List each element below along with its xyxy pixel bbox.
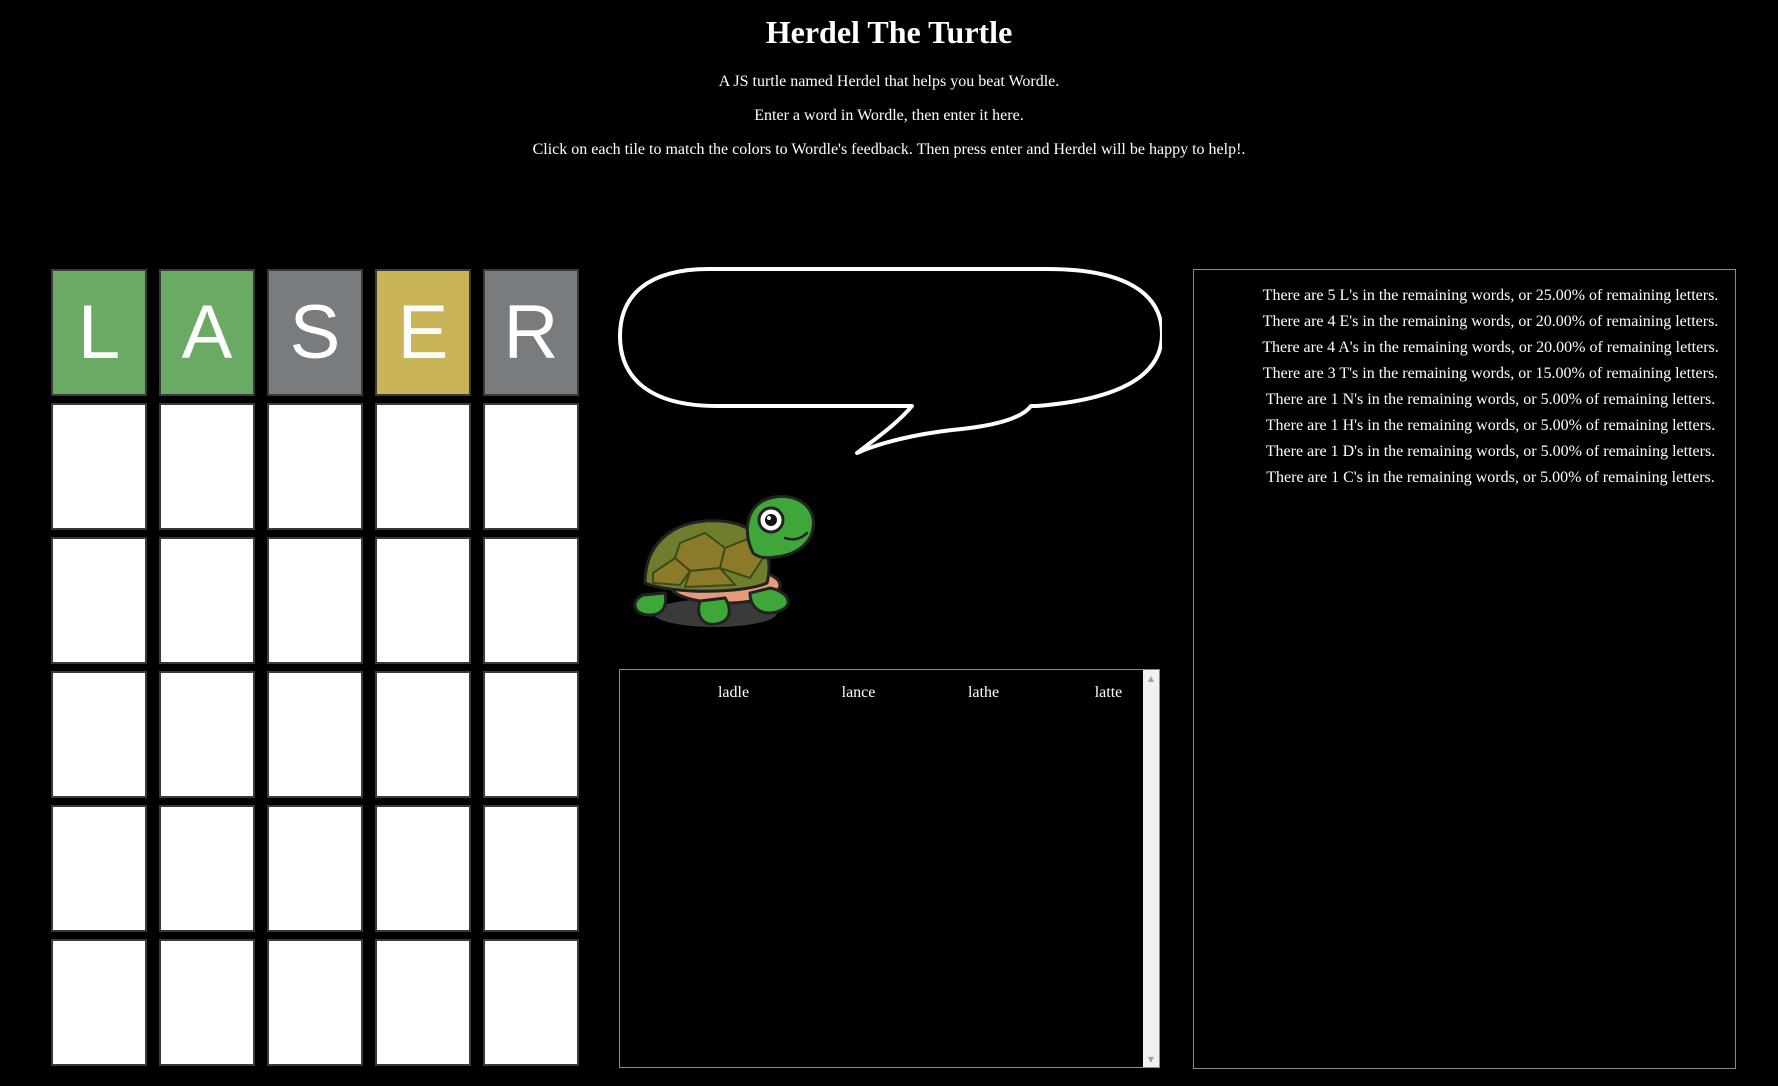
tile-r2-c5[interactable] (483, 403, 579, 530)
word-item: lathe (967, 684, 1000, 701)
tile-r3-c4[interactable] (375, 537, 471, 664)
tile-r6-c4[interactable] (375, 939, 471, 1066)
tile-r2-c3[interactable] (267, 403, 363, 530)
tile-r1-c5[interactable]: R (483, 269, 579, 396)
page: Herdel The Turtle A JS turtle named Herd… (0, 0, 1778, 1086)
tile-r4-c4[interactable] (375, 671, 471, 798)
remaining-words-list: ladle lance lathe latte (620, 684, 1141, 706)
tile-r6-c1[interactable] (51, 939, 147, 1066)
tile-r6-c5[interactable] (483, 939, 579, 1066)
tile-r5-c5[interactable] (483, 805, 579, 932)
words-scrollbar[interactable]: ▲ ▼ (1143, 670, 1159, 1067)
intro-line-1: A JS turtle named Herdel that helps you … (718, 73, 1060, 90)
tile-r5-c1[interactable] (51, 805, 147, 932)
scroll-down-arrow-icon[interactable]: ▼ (1143, 1051, 1159, 1067)
tile-r4-c5[interactable] (483, 671, 579, 798)
letter-stat-item: There are 3 T's in the remaining words, … (1262, 365, 1719, 382)
letter-stat-item: There are 1 H's in the remaining words, … (1265, 417, 1716, 434)
tile-r4-c1[interactable] (51, 671, 147, 798)
letter-stat-item: There are 1 N's in the remaining words, … (1265, 391, 1716, 408)
remaining-words-panel[interactable]: ladle lance lathe latte ▲ ▼ (619, 669, 1160, 1068)
tile-r3-c1[interactable] (51, 537, 147, 664)
letter-stat-item: There are 1 C's in the remaining words, … (1266, 469, 1715, 486)
tile-r2-c4[interactable] (375, 403, 471, 530)
tile-r3-c5[interactable] (483, 537, 579, 664)
letter-stats-list: There are 5 L's in the remaining words, … (1194, 283, 1735, 491)
tile-r6-c3[interactable] (267, 939, 363, 1066)
tile-r5-c3[interactable] (267, 805, 363, 932)
turtle-icon (633, 495, 815, 627)
letter-stat-item: There are 5 L's in the remaining words, … (1262, 287, 1719, 304)
word-item: lance (841, 684, 876, 701)
wordle-board: LASER (51, 269, 579, 1066)
scroll-up-arrow-icon[interactable]: ▲ (1143, 670, 1159, 686)
intro-line-2: Enter a word in Wordle, then enter it he… (754, 107, 1024, 124)
tile-r2-c1[interactable] (51, 403, 147, 530)
tile-r4-c3[interactable] (267, 671, 363, 798)
tile-r3-c3[interactable] (267, 537, 363, 664)
letter-stat-item: There are 1 D's in the remaining words, … (1265, 443, 1716, 460)
tile-r4-c2[interactable] (159, 671, 255, 798)
intro-line-3: Click on each tile to match the colors t… (532, 141, 1246, 158)
word-item: ladle (717, 684, 750, 701)
letter-stats-panel: There are 5 L's in the remaining words, … (1193, 269, 1736, 1069)
tile-r6-c2[interactable] (159, 939, 255, 1066)
tile-r2-c2[interactable] (159, 403, 255, 530)
tile-r1-c3[interactable]: S (267, 269, 363, 396)
speech-bubble-icon (618, 267, 1162, 455)
tile-r1-c1[interactable]: L (51, 269, 147, 396)
tile-r3-c2[interactable] (159, 537, 255, 664)
page-title: Herdel The Turtle (765, 14, 1013, 50)
tile-r1-c2[interactable]: A (159, 269, 255, 396)
letter-stat-item: There are 4 E's in the remaining words, … (1262, 313, 1719, 330)
tile-r5-c4[interactable] (375, 805, 471, 932)
tile-r1-c4[interactable]: E (375, 269, 471, 396)
tile-r5-c2[interactable] (159, 805, 255, 932)
letter-stat-item: There are 4 A's in the remaining words, … (1262, 339, 1719, 356)
